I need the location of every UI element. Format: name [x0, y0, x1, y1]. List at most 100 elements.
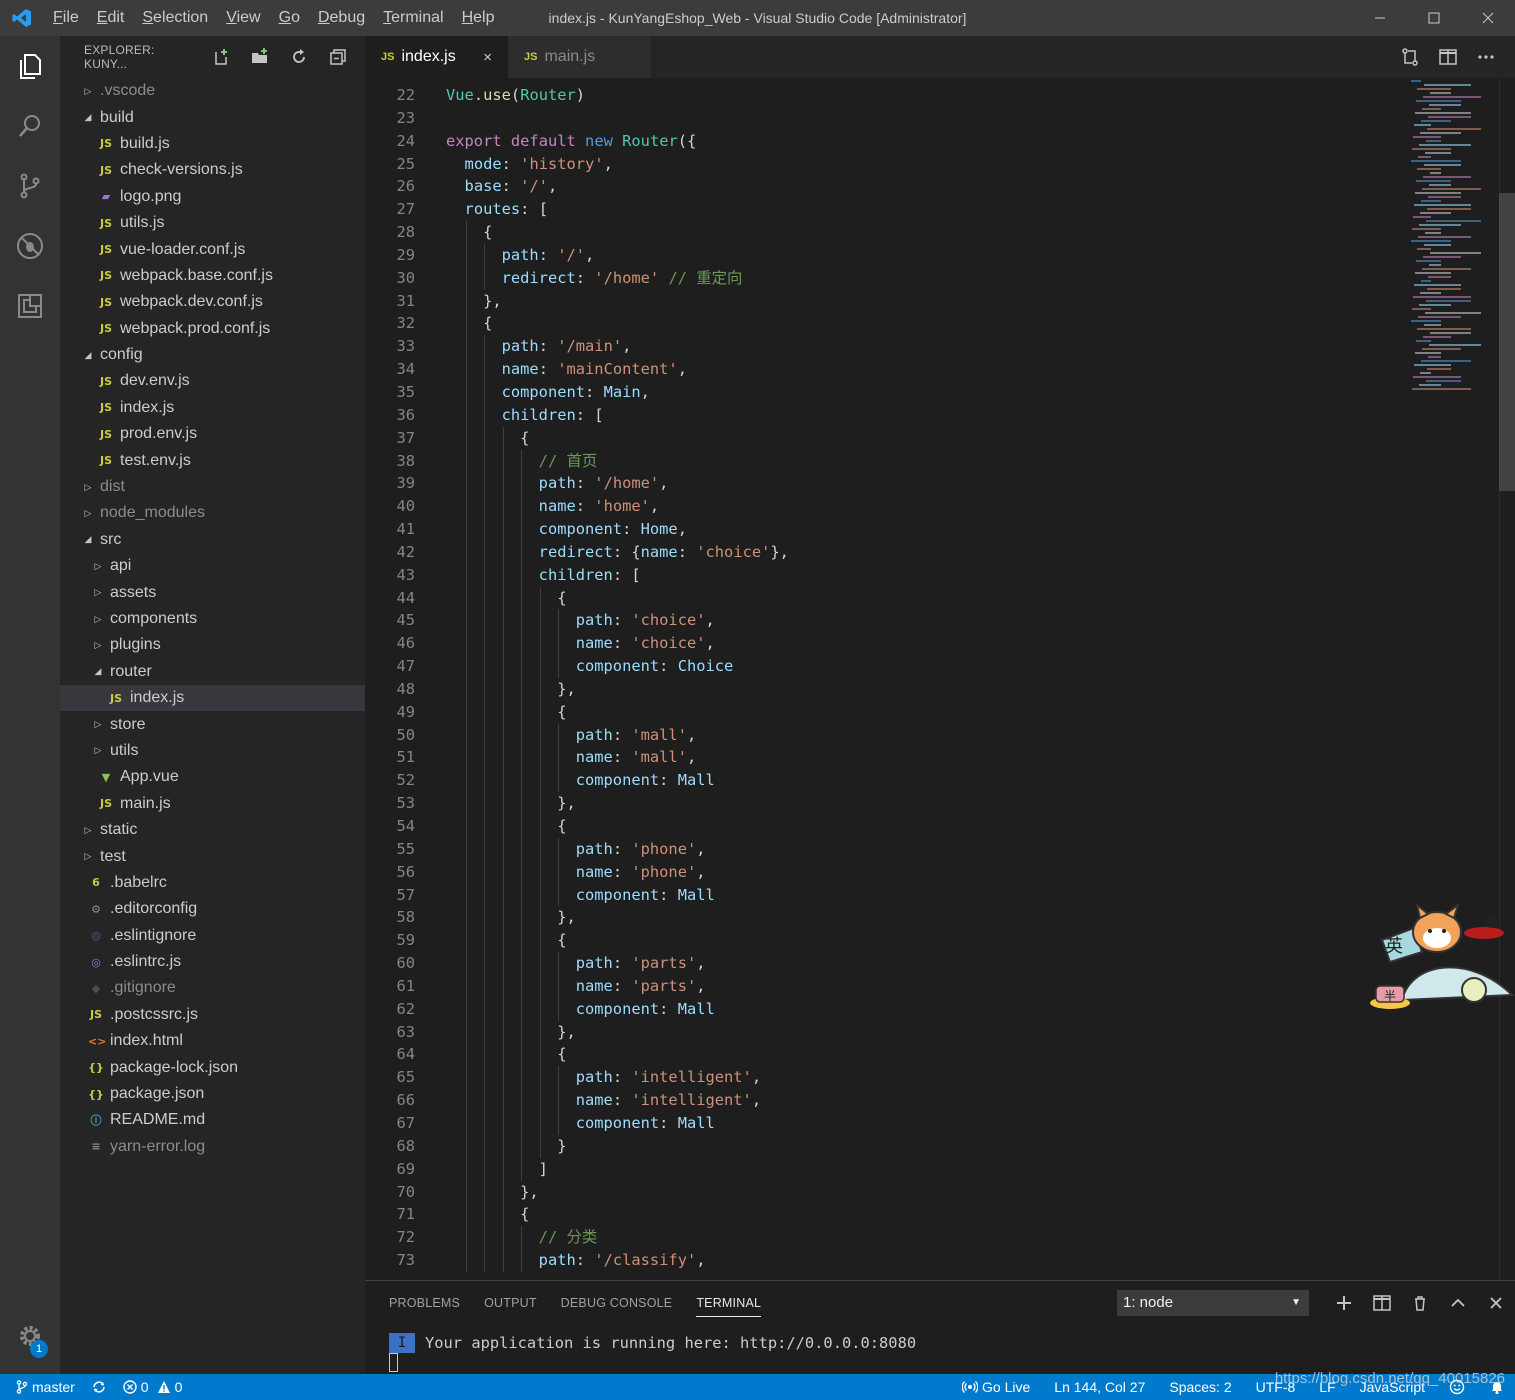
close-window-button[interactable]: [1461, 0, 1515, 36]
indentation-status[interactable]: Spaces: 2: [1169, 1379, 1231, 1395]
menu-file[interactable]: File: [44, 0, 88, 36]
settings-gear-icon[interactable]: 1: [0, 1306, 60, 1366]
tree-file[interactable]: JS vue-loader.conf.js: [60, 236, 365, 262]
collapse-all-icon[interactable]: [325, 44, 351, 70]
kill-terminal-icon[interactable]: [1401, 1290, 1439, 1316]
menu-go[interactable]: Go: [270, 0, 309, 36]
refresh-icon[interactable]: [286, 44, 312, 70]
minimap-line: [1418, 236, 1471, 238]
code-editor[interactable]: 22 23 24 25 26 27 28 29 30 31 32 33 34 35 36 37 38 39 40 41…: [365, 78, 1515, 1280]
code-token: routes: [464, 200, 521, 219]
close-tab-icon[interactable]: ×: [483, 49, 492, 66]
code-token: 'mainContent': [557, 360, 678, 379]
menu-terminal[interactable]: Terminal: [374, 0, 452, 36]
minimize-button[interactable]: [1353, 0, 1407, 36]
tree-file[interactable]: ◎ .eslintrc.js: [60, 949, 365, 975]
code-token: {: [483, 314, 493, 333]
tree-file[interactable]: ≡ yarn-error.log: [60, 1134, 365, 1160]
maximize-button[interactable]: [1407, 0, 1461, 36]
menu-view[interactable]: View: [217, 0, 269, 36]
tree-file[interactable]: JS prod.env.js: [60, 421, 365, 447]
tree-folder[interactable]: ▷ static: [60, 817, 365, 843]
tree-folder[interactable]: ▷ plugins: [60, 632, 365, 658]
source-control-icon[interactable]: [0, 156, 60, 216]
panel-tab-debug-console[interactable]: DEBUG CONSOLE: [561, 1290, 673, 1316]
terminal-output[interactable]: I Your application is running here: http…: [389, 1333, 916, 1353]
problems-status[interactable]: 0 0: [123, 1379, 182, 1395]
tab-main-js[interactable]: JS main.js: [508, 36, 651, 78]
panel-tab-output[interactable]: OUTPUT: [484, 1290, 537, 1316]
extensions-icon[interactable]: [0, 276, 60, 336]
tree-folder[interactable]: ◢ config: [60, 342, 365, 368]
split-terminal-icon[interactable]: [1363, 1290, 1401, 1316]
minimap-line: [1420, 372, 1431, 374]
code-token: name: [575, 634, 613, 653]
tree-file[interactable]: JS check-versions.js: [60, 157, 365, 183]
tree-folder[interactable]: ▷ components: [60, 606, 365, 632]
debug-icon[interactable]: [0, 216, 60, 276]
tree-folder[interactable]: ▷ utils: [60, 738, 365, 764]
tree-file[interactable]: JS test.env.js: [60, 447, 365, 473]
tree-file[interactable]: {} package-lock.json: [60, 1054, 365, 1080]
tree-file[interactable]: JS build.js: [60, 131, 365, 157]
files-icon[interactable]: [0, 36, 60, 96]
tree-file[interactable]: ⚙ .editorconfig: [60, 896, 365, 922]
minimap-line: [1421, 280, 1431, 282]
tree-file[interactable]: JS index.js: [60, 684, 365, 712]
tree-file[interactable]: ▼ App.vue: [60, 764, 365, 790]
new-file-icon[interactable]: [208, 44, 234, 70]
tree-folder[interactable]: ▷ test: [60, 843, 365, 869]
tree-file[interactable]: JS dev.env.js: [60, 368, 365, 394]
panel-tab-problems[interactable]: PROBLEMS: [389, 1290, 460, 1316]
tree-file[interactable]: ▰ logo.png: [60, 184, 365, 210]
cursor-position[interactable]: Ln 144, Col 27: [1054, 1379, 1145, 1395]
tree-folder[interactable]: ◢ build: [60, 104, 365, 130]
desktop-mascot[interactable]: 英 半: [1362, 900, 1515, 1015]
tree-file[interactable]: JS index.js: [60, 395, 365, 421]
tree-folder[interactable]: ▷ api: [60, 553, 365, 579]
tree-folder[interactable]: ◢ router: [60, 659, 365, 685]
menu-debug[interactable]: Debug: [309, 0, 374, 36]
tree-folder[interactable]: ▷ assets: [60, 579, 365, 605]
tree-file[interactable]: ⓘ README.md: [60, 1107, 365, 1133]
tree-file[interactable]: 6 .babelrc: [60, 870, 365, 896]
tree-folder[interactable]: ▷ dist: [60, 474, 365, 500]
tree-file[interactable]: ◆ .gitignore: [60, 975, 365, 1001]
tree-file[interactable]: {} package.json: [60, 1081, 365, 1107]
tree-file[interactable]: ◎ .eslintignore: [60, 923, 365, 949]
tree-folder[interactable]: ◢ src: [60, 527, 365, 553]
search-icon[interactable]: [0, 96, 60, 156]
scrollbar-thumb[interactable]: [1499, 193, 1515, 491]
menu-help[interactable]: Help: [453, 0, 504, 36]
tab-index-js[interactable]: JS index.js ×: [365, 36, 508, 78]
close-panel-icon[interactable]: [1477, 1290, 1515, 1316]
tree-file[interactable]: JS .postcssrc.js: [60, 1002, 365, 1028]
more-actions-icon[interactable]: [1467, 36, 1505, 78]
js-file-icon: JS: [524, 51, 538, 63]
code-line: base: '/',: [446, 175, 789, 198]
tree-folder[interactable]: ▷ store: [60, 711, 365, 737]
new-terminal-icon[interactable]: [1325, 1290, 1363, 1316]
sync-icon[interactable]: [91, 1380, 107, 1394]
maximize-panel-icon[interactable]: [1439, 1290, 1477, 1316]
tree-file[interactable]: JS utils.js: [60, 210, 365, 236]
new-folder-icon[interactable]: [247, 44, 273, 70]
line-number: 29: [396, 245, 415, 264]
tree-file[interactable]: JS main.js: [60, 791, 365, 817]
branch-status[interactable]: master: [16, 1379, 75, 1395]
menu-edit[interactable]: Edit: [88, 0, 134, 36]
tree-file[interactable]: <> index.html: [60, 1028, 365, 1054]
split-editor-icon[interactable]: [1429, 36, 1467, 78]
go-live-button[interactable]: Go Live: [962, 1379, 1030, 1395]
tree-file[interactable]: JS webpack.base.conf.js: [60, 263, 365, 289]
minimap[interactable]: [1411, 80, 1497, 410]
tree-file[interactable]: JS webpack.prod.conf.js: [60, 316, 365, 342]
menu-selection[interactable]: Selection: [133, 0, 217, 36]
tree-folder[interactable]: ▷ .vscode: [60, 78, 365, 104]
tree-folder[interactable]: ▷ node_modules: [60, 500, 365, 526]
tree-file[interactable]: JS webpack.dev.conf.js: [60, 289, 365, 315]
line-number: 24: [396, 131, 415, 150]
panel-tab-terminal[interactable]: TERMINAL: [696, 1290, 762, 1317]
terminal-select[interactable]: 1: node ▼: [1117, 1290, 1309, 1316]
open-changes-icon[interactable]: [1391, 36, 1429, 78]
